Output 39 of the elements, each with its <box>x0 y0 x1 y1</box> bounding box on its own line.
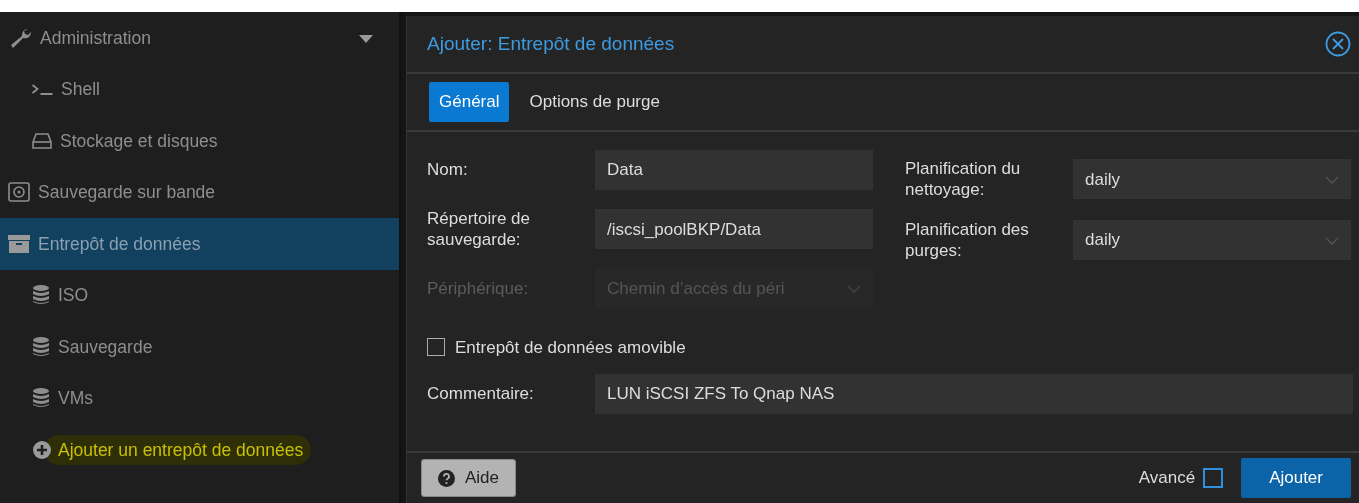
tab[interactable]: Général <box>429 82 510 122</box>
checkbox[interactable] <box>427 338 445 357</box>
sidebar-item[interactable]: Sauvegarde <box>0 321 399 373</box>
dropdown-field[interactable]: daily <box>1073 219 1351 260</box>
advanced-label: Avancé <box>1138 467 1196 490</box>
dropdown-field[interactable]: daily <box>1073 159 1351 200</box>
field-label: Répertoire de sauvegarde: <box>427 208 531 251</box>
archive-icon <box>8 234 30 253</box>
wrench-icon <box>8 26 32 49</box>
database-icon <box>32 388 50 409</box>
input-field[interactable]: LUN iSCSI ZFS To Qnap NAS <box>595 373 1353 414</box>
sidebar-item[interactable]: Shell <box>0 63 399 115</box>
sidebar-item[interactable]: Stockage et disques <box>0 115 399 167</box>
input-field[interactable]: Data <box>595 150 873 190</box>
checkbox[interactable] <box>1203 468 1224 488</box>
hard-drive-icon <box>32 132 52 149</box>
add-button[interactable]: Ajouter <box>1241 458 1351 498</box>
sidebar-item[interactable]: VMs <box>0 372 399 424</box>
input-field[interactable]: /iscsi_poolBKP/Data <box>595 209 873 250</box>
terminal-icon <box>32 83 53 95</box>
field-label: Nom: <box>427 159 469 181</box>
sidebar-item[interactable]: Ajouter un entrepôt de données <box>0 424 399 476</box>
database-icon <box>32 336 50 357</box>
tab[interactable]: Options de purge <box>519 82 670 122</box>
sidebar-item[interactable]: ISO <box>0 269 399 321</box>
dialog-title: Ajouter: Entrepôt de données <box>427 31 675 56</box>
checkbox-label: Entrepôt de données amovible <box>455 336 686 358</box>
close-icon[interactable] <box>1325 31 1351 57</box>
help-icon <box>438 469 455 487</box>
sidebar-item[interactable]: Administration <box>0 12 399 64</box>
field-label: Périphérique: <box>427 277 530 300</box>
field-label: Planification du nettoyage: <box>905 158 1022 201</box>
plus-circle-icon <box>32 439 52 460</box>
help-button[interactable]: Aide <box>421 459 517 497</box>
database-icon <box>32 285 50 306</box>
field-label: Commentaire: <box>427 383 535 405</box>
field-label: Planification des purges: <box>905 218 1030 261</box>
sidebar-item[interactable]: Entrepôt de données <box>0 218 399 270</box>
sidebar-item[interactable]: Sauvegarde sur bande <box>0 166 399 218</box>
